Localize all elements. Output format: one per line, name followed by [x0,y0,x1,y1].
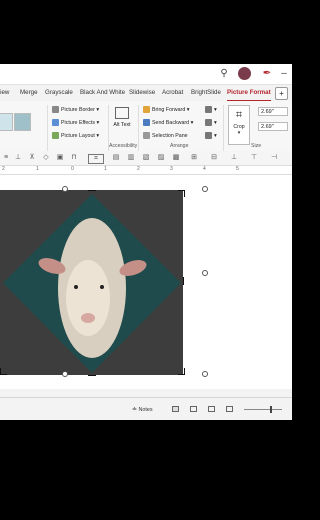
shape-icon[interactable]: ◇ [42,154,50,162]
tab-grayscale[interactable]: Grayscale [45,86,73,100]
send-back-icon[interactable]: ▥ [127,154,135,162]
slide-canvas[interactable] [0,175,292,389]
powerpoint-window: ⚲ ✒ – view Merge Grayscale Black And Whi… [0,64,292,420]
group-icon [205,119,212,127]
sheep-picture[interactable] [0,190,183,375]
picture-border-button[interactable]: Picture Border ▾ [52,106,99,114]
more-icon[interactable]: ⊣ [270,154,278,162]
layer3-icon[interactable]: ▩ [172,154,180,162]
picture-effects-button[interactable]: Picture Effects ▾ [52,119,99,127]
group-button[interactable]: ▾ [205,119,217,127]
rotate-icon [205,132,212,140]
minimize-icon[interactable]: – [278,68,290,80]
quick-access-toolbar: ≡ ⊥ ⊼ ◇ ▣ ⊓ ⌗ ▤ ▥ ▧ ▨ ▩ ⊞ ⊟ ⊥ ⊤ ⊣ [0,151,292,166]
reading-view-icon[interactable] [208,406,215,412]
align-left-icon[interactable]: ≡ [2,154,10,162]
group-label-accessibility: Accessibility [109,143,138,149]
group-shapes-icon[interactable]: ⊞ [190,154,198,162]
crop-icon: ⌗ [235,109,243,121]
selection-pane-button[interactable]: Selection Pane [143,132,188,140]
notes-button[interactable]: ≐ Notes [132,406,153,413]
bring-forward-icon [143,106,150,114]
resize-handle-bottom[interactable] [62,371,68,377]
crop-edge-bottom[interactable] [88,373,96,376]
align-icon [205,106,212,114]
horizontal-ruler: 2 1 0 1 2 3 4 5 [0,166,292,175]
normal-view-icon[interactable] [172,406,179,412]
rotate-button[interactable]: ▾ [205,132,217,140]
picture-effects-icon [52,119,59,127]
notes-icon: ≐ [132,407,138,413]
pen-icon[interactable]: ✒ [261,68,273,80]
tab-slidewise[interactable]: Slidewise [129,86,155,100]
group-label-size: Size [251,143,262,149]
send-backward-button[interactable]: Send Backward ▾ [143,119,193,127]
search-icon[interactable]: ⚲ [218,68,230,80]
crop-button[interactable]: ⌗ Crop ▾ [228,105,250,145]
align-button[interactable]: ▾ [205,106,217,114]
tab-view[interactable]: view [0,86,9,100]
tab-picture-format[interactable]: Picture Format [227,86,271,101]
picture-border-icon [52,106,59,114]
tab-merge[interactable]: Merge [20,86,38,100]
avatar[interactable] [238,67,251,80]
layer-icon[interactable]: ▧ [142,154,150,162]
alt-text-icon [115,107,129,119]
width-field[interactable]: 2.69" [258,122,288,131]
align-bottom-icon[interactable]: ⊥ [230,154,238,162]
title-bar: ⚲ ✒ – [0,64,292,85]
pin-ribbon-icon[interactable]: + [275,87,288,100]
tab-black-and-white[interactable]: Black And White [80,86,125,100]
status-bar: ≐ Notes [0,397,292,420]
tab-brightslide[interactable]: BrightSlide [191,86,221,100]
crop-tool-icon[interactable]: ⌗ [88,154,104,164]
send-backward-icon [143,119,150,127]
align-center-icon[interactable]: ⊼ [28,154,36,162]
crop-corner-top-right[interactable] [178,190,185,197]
zoom-slider[interactable] [244,409,282,410]
distribute-h-icon[interactable]: ⊟ [210,154,218,162]
slide-sorter-icon[interactable] [190,406,197,412]
bring-front-icon[interactable]: ▤ [112,154,120,162]
picture-layout-icon [52,132,59,140]
lock-icon[interactable]: ⊓ [70,154,78,162]
tab-acrobat[interactable]: Acrobat [162,86,183,100]
crop-corner-bottom-left[interactable] [0,368,7,375]
layer2-icon[interactable]: ▨ [157,154,165,162]
align-middle-icon[interactable]: ⊤ [250,154,258,162]
ribbon-tabs: view Merge Grayscale Black And White Sli… [0,86,292,101]
crop-edge-top[interactable] [88,190,96,193]
resize-handle-bottom-right[interactable] [202,371,208,377]
distribute-icon[interactable]: ⊥ [14,154,22,162]
picture-style-thumb-2[interactable] [14,113,31,131]
slideshow-icon[interactable] [226,406,233,412]
resize-handle-top-right[interactable] [202,186,208,192]
crop-corner-bottom-right[interactable] [178,368,185,375]
picture-style-thumb-1[interactable] [0,113,13,131]
bring-forward-button[interactable]: Bring Forward ▾ [143,106,189,114]
selection-pane-icon [143,132,150,140]
fill-icon[interactable]: ▣ [56,154,64,162]
zoom-slider-knob[interactable] [270,406,272,413]
picture-layout-button[interactable]: Picture Layout ▾ [52,132,99,140]
crop-edge-right[interactable] [181,277,184,285]
group-label-arrange: Arrange [170,143,189,149]
resize-handle-top[interactable] [62,186,68,192]
alt-text-button[interactable]: Alt Text [113,107,131,129]
height-field[interactable]: 2.69" [258,107,288,116]
resize-handle-right[interactable] [202,270,208,276]
